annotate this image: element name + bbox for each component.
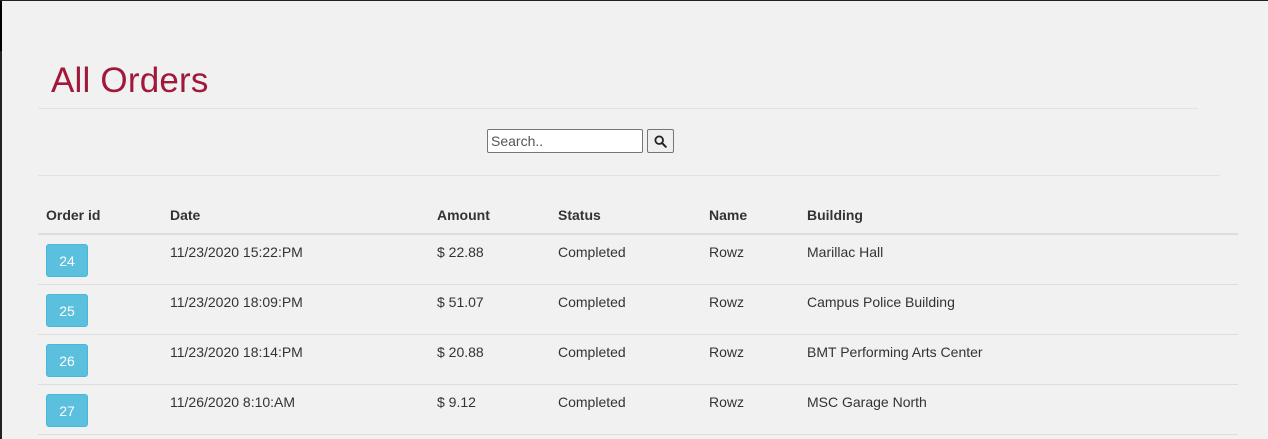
order-status: Completed [550,234,701,285]
table-row: 26 11/23/2020 18:14:PM $ 20.88 Completed… [38,334,1238,385]
header-amount: Amount [429,197,550,235]
orders-table: Order id Date Amount Status Name Buildin… [38,197,1238,435]
search-icon [654,134,667,148]
order-name: Rowz [701,234,799,285]
header-name: Name [701,197,799,235]
header-status: Status [550,197,701,235]
order-name: Rowz [701,334,799,385]
order-date: 11/23/2020 15:22:PM [162,234,429,285]
order-building: MSC Garage North [799,384,1238,435]
order-status: Completed [550,284,701,335]
order-date: 11/26/2020 8:10:AM [162,384,429,435]
order-amount: $ 9.12 [429,384,550,435]
order-date: 11/23/2020 18:14:PM [162,334,429,385]
order-amount: $ 51.07 [429,284,550,335]
order-building: Marillac Hall [799,234,1238,285]
search-bar [487,129,674,153]
table-row: 25 11/23/2020 18:09:PM $ 51.07 Completed… [38,284,1238,335]
header-building: Building [799,197,1238,235]
order-date: 11/23/2020 18:09:PM [162,284,429,335]
table-row: 24 11/23/2020 15:22:PM $ 22.88 Completed… [38,234,1238,285]
order-amount: $ 22.88 [429,234,550,285]
page-title: All Orders [51,61,209,100]
order-building: BMT Performing Arts Center [799,334,1238,385]
orders-page: All Orders Order id Date Amount Status N… [0,0,1268,439]
table-row: 27 11/26/2020 8:10:AM $ 9.12 Completed R… [38,384,1238,435]
order-id-button[interactable]: 25 [46,293,88,327]
window-edge [0,1,2,51]
search-button[interactable] [647,129,674,153]
order-building: Campus Police Building [799,284,1238,335]
header-order-id: Order id [38,197,162,235]
order-name: Rowz [701,384,799,435]
order-id-button[interactable]: 24 [46,244,88,277]
order-id-button[interactable]: 27 [46,393,88,427]
order-id-button[interactable]: 26 [46,343,88,377]
search-input[interactable] [487,129,643,153]
order-name: Rowz [701,284,799,335]
order-amount: $ 20.88 [429,334,550,385]
search-divider [38,175,1220,176]
order-status: Completed [550,384,701,435]
title-divider [38,108,1198,109]
header-date: Date [162,197,429,235]
table-header-row: Order id Date Amount Status Name Buildin… [38,197,1238,235]
order-status: Completed [550,334,701,385]
